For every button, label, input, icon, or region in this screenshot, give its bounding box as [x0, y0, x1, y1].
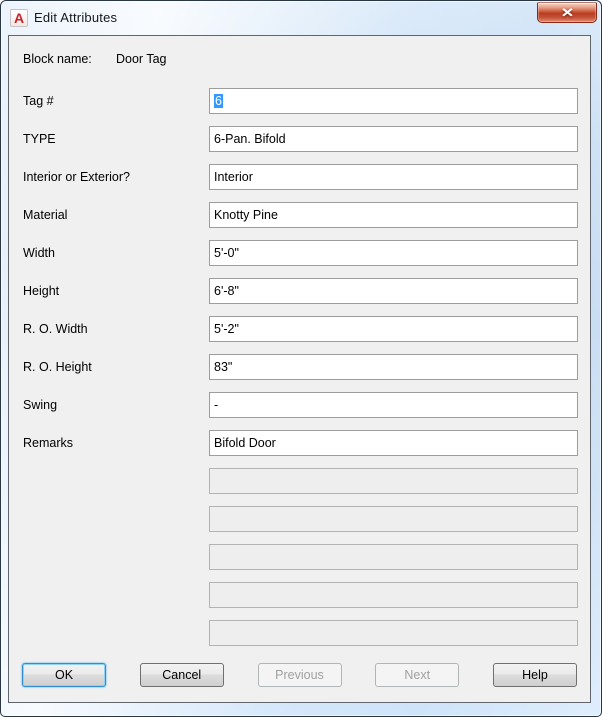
field-input-type[interactable]: 6-Pan. Bifold [209, 126, 578, 152]
attribute-row-empty [9, 468, 590, 506]
selected-text: 6 [214, 94, 223, 108]
field-input-ro-height[interactable]: 83" [209, 354, 578, 380]
attribute-row-empty [9, 620, 590, 658]
title-bar[interactable]: A Edit Attributes ✕ [1, 1, 601, 35]
field-label: Swing [23, 398, 58, 412]
close-button[interactable]: ✕ [537, 2, 597, 23]
dialog-body: Block name: Door Tag Tag # 6 TYPE 6-Pan. … [8, 35, 591, 703]
dialog-button-bar: OK Cancel Previous Next Help [22, 663, 577, 687]
attribute-row-remarks: Remarks Bifold Door [9, 430, 590, 468]
attribute-row-empty [9, 582, 590, 620]
field-input-empty [209, 620, 578, 646]
block-name-value: Door Tag [116, 52, 167, 66]
attribute-row-width: Width 5'-0" [9, 240, 590, 278]
cancel-button[interactable]: Cancel [139, 663, 224, 687]
field-input-interior-exterior[interactable]: Interior [209, 164, 578, 190]
ok-button[interactable]: OK [22, 663, 106, 687]
block-name-label: Block name: [23, 52, 92, 66]
field-input-tag[interactable]: 6 [209, 88, 578, 114]
close-icon: ✕ [560, 5, 574, 20]
attribute-row-ro-width: R. O. Width 5'-2" [9, 316, 590, 354]
field-label: TYPE [23, 132, 56, 146]
attribute-rows: Tag # 6 TYPE 6-Pan. Bifold Interior or E… [9, 88, 590, 658]
field-label: R. O. Height [23, 360, 92, 374]
window-title: Edit Attributes [34, 10, 118, 25]
attribute-row-empty [9, 544, 590, 582]
field-input-remarks[interactable]: Bifold Door [209, 430, 578, 456]
attribute-row-type: TYPE 6-Pan. Bifold [9, 126, 590, 164]
field-input-empty [209, 582, 578, 608]
attribute-row-material: Material Knotty Pine [9, 202, 590, 240]
field-input-height[interactable]: 6'-8" [209, 278, 578, 304]
field-input-width[interactable]: 5'-0" [209, 240, 578, 266]
field-label: Height [23, 284, 60, 298]
attribute-row-height: Height 6'-8" [9, 278, 590, 316]
field-input-empty [209, 544, 578, 570]
field-input-swing[interactable]: - [209, 392, 578, 418]
field-input-material[interactable]: Knotty Pine [209, 202, 578, 228]
field-label: Remarks [23, 436, 74, 450]
field-label: Width [23, 246, 55, 260]
field-label: Tag # [23, 94, 54, 108]
field-input-empty [209, 468, 578, 494]
previous-button: Previous [257, 663, 342, 687]
block-name-row: Block name: Door Tag [23, 52, 167, 70]
attribute-row-swing: Swing - [9, 392, 590, 430]
help-button[interactable]: Help [493, 663, 577, 687]
field-input-empty [209, 506, 578, 532]
field-input-ro-width[interactable]: 5'-2" [209, 316, 578, 342]
field-label: R. O. Width [23, 322, 88, 336]
attribute-row-tag: Tag # 6 [9, 88, 590, 126]
field-label: Interior or Exterior? [23, 170, 130, 184]
field-label: Material [23, 208, 68, 222]
attribute-row-ro-height: R. O. Height 83" [9, 354, 590, 392]
next-button: Next [375, 663, 460, 687]
autocad-app-icon: A [10, 9, 28, 27]
attribute-row-empty [9, 506, 590, 544]
edit-attributes-dialog: A Edit Attributes ✕ Block name: Door Tag … [0, 0, 602, 717]
attribute-row-interior-exterior: Interior or Exterior? Interior [9, 164, 590, 202]
